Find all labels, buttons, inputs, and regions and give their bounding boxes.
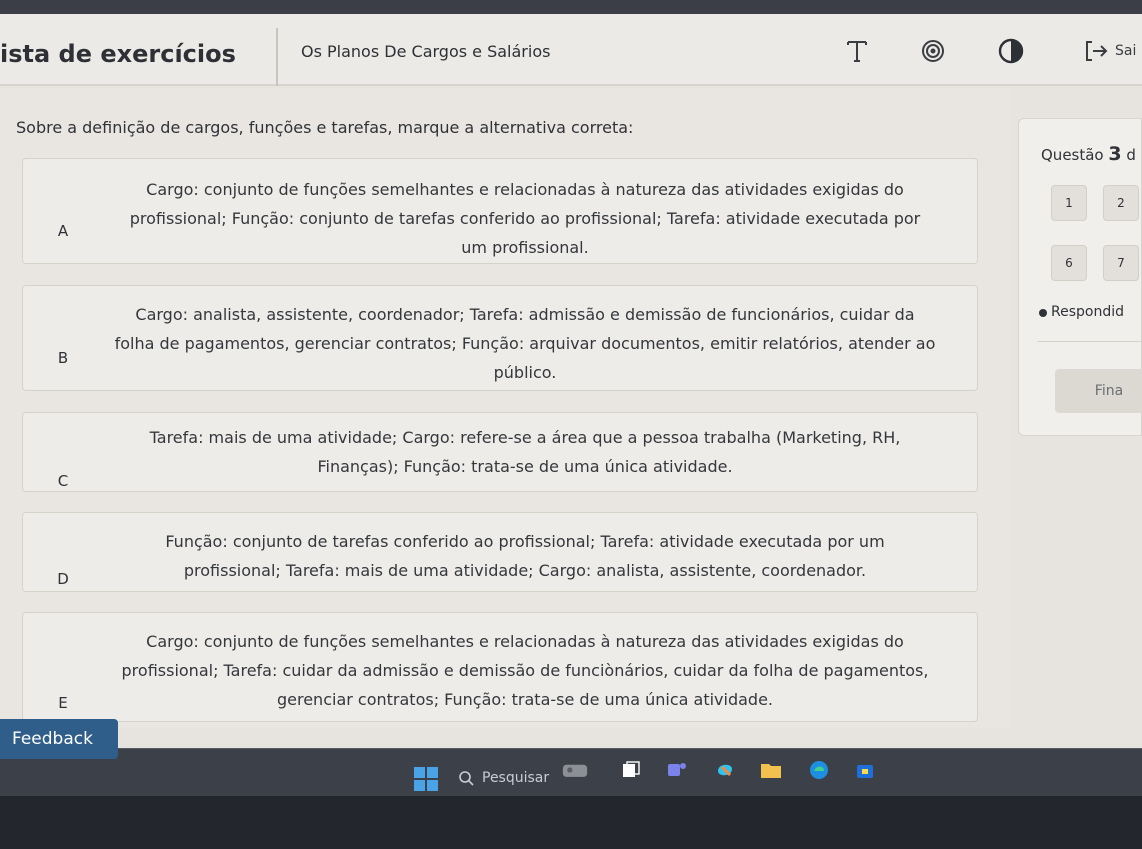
option-line: profissional; Tarefa: cuidar da admissão… xyxy=(121,661,929,680)
answered-dot-icon xyxy=(1039,309,1047,317)
question-counter-number: 3 xyxy=(1108,143,1122,165)
widgets-icon[interactable] xyxy=(562,757,588,783)
question-nav-button[interactable]: 1 xyxy=(1051,185,1087,221)
option-line: profissional; Função: conjunto de tarefa… xyxy=(129,209,921,228)
option-line: gerenciar contratos; Função: trata-se de… xyxy=(276,690,774,709)
half-circle-icon[interactable] xyxy=(996,36,1026,66)
question-counter-prefix: Questão xyxy=(1041,146,1104,164)
option-line: um profissional. xyxy=(461,238,589,257)
search-icon xyxy=(459,771,474,786)
option-line: Tarefa: mais de uma atividade; Cargo: re… xyxy=(149,428,901,447)
app-header: ista de exercícios Os Planos De Cargos e… xyxy=(0,14,1142,86)
copilot-icon[interactable] xyxy=(712,757,738,783)
question-counter: Questão 3 d xyxy=(1041,143,1136,165)
windows-start-icon[interactable] xyxy=(414,767,438,791)
task-view-icon[interactable] xyxy=(618,757,644,783)
option-line: Finanças); Função: trata-se de uma única… xyxy=(317,457,733,476)
option-d[interactable]: D Função: conjunto de tarefas conferido … xyxy=(22,512,978,592)
exit-label[interactable]: Sai xyxy=(1115,43,1136,59)
taskbar-search[interactable]: Pesquisar xyxy=(458,763,558,793)
option-text: Cargo: conjunto de funções semelhantes e… xyxy=(83,175,967,262)
option-line: Função: conjunto de tarefas conferido ao… xyxy=(165,532,885,551)
option-text: Função: conjunto de tarefas conferido ao… xyxy=(83,527,967,585)
option-c[interactable]: C Tarefa: mais de uma atividade; Cargo: … xyxy=(22,412,978,492)
logout-icon[interactable] xyxy=(1082,36,1112,66)
contrast-target-icon[interactable] xyxy=(918,36,948,66)
taskbar-shelf: Pesquisar xyxy=(0,748,1142,796)
browser-top-edge xyxy=(0,0,1142,14)
answered-legend-label: Respondid xyxy=(1051,304,1124,320)
option-letter: B xyxy=(57,349,69,367)
option-text: Tarefa: mais de uma atividade; Cargo: re… xyxy=(83,423,967,481)
finalize-button[interactable]: Fina xyxy=(1055,369,1142,413)
option-line: folha de pagamentos, gerenciar contratos… xyxy=(114,334,936,353)
question-counter-suffix: d xyxy=(1126,146,1136,164)
store-icon[interactable] xyxy=(852,757,878,783)
screen: ista de exercícios Os Planos De Cargos e… xyxy=(0,0,1142,849)
teams-icon[interactable] xyxy=(664,757,690,783)
search-placeholder: Pesquisar xyxy=(482,770,550,786)
font-size-icon[interactable] xyxy=(842,36,872,66)
feedback-button[interactable]: Feedback xyxy=(0,719,118,759)
option-letter: C xyxy=(57,472,69,490)
edge-icon[interactable] xyxy=(806,757,832,783)
option-b[interactable]: B Cargo: analista, assistente, coordenad… xyxy=(22,285,978,391)
os-taskbar: Pesquisar xyxy=(0,748,1142,849)
option-line: Cargo: analista, assistente, coordenador… xyxy=(135,305,915,324)
option-line: Cargo: conjunto de funções semelhantes e… xyxy=(146,632,904,651)
panel-divider xyxy=(1037,341,1142,342)
option-letter: D xyxy=(57,570,69,588)
file-explorer-icon[interactable] xyxy=(758,757,784,783)
question-nav-button[interactable]: 2 xyxy=(1103,185,1139,221)
header-divider xyxy=(276,28,278,86)
option-a[interactable]: A Cargo: conjunto de funções semelhantes… xyxy=(22,158,978,264)
question-navigator: Questão 3 d 1 2 6 7 Respondid Fina xyxy=(1018,118,1142,436)
app-title: ista de exercícios xyxy=(0,40,236,68)
question-nav-button[interactable]: 7 xyxy=(1103,245,1139,281)
course-name: Os Planos De Cargos e Salários xyxy=(301,42,551,61)
option-text: Cargo: analista, assistente, coordenador… xyxy=(83,300,967,387)
option-line: Cargo: conjunto de funções semelhantes e… xyxy=(146,180,904,199)
option-e[interactable]: E Cargo: conjunto de funções semelhantes… xyxy=(22,612,978,722)
option-text: Cargo: conjunto de funções semelhantes e… xyxy=(83,627,967,714)
option-letter: A xyxy=(57,222,69,240)
option-letter: E xyxy=(58,694,68,712)
option-line: público. xyxy=(493,363,557,382)
option-line: profissional; Tarefa: mais de uma ativid… xyxy=(183,561,867,580)
question-text: Sobre a definição de cargos, funções e t… xyxy=(16,118,634,137)
question-nav-button[interactable]: 6 xyxy=(1051,245,1087,281)
